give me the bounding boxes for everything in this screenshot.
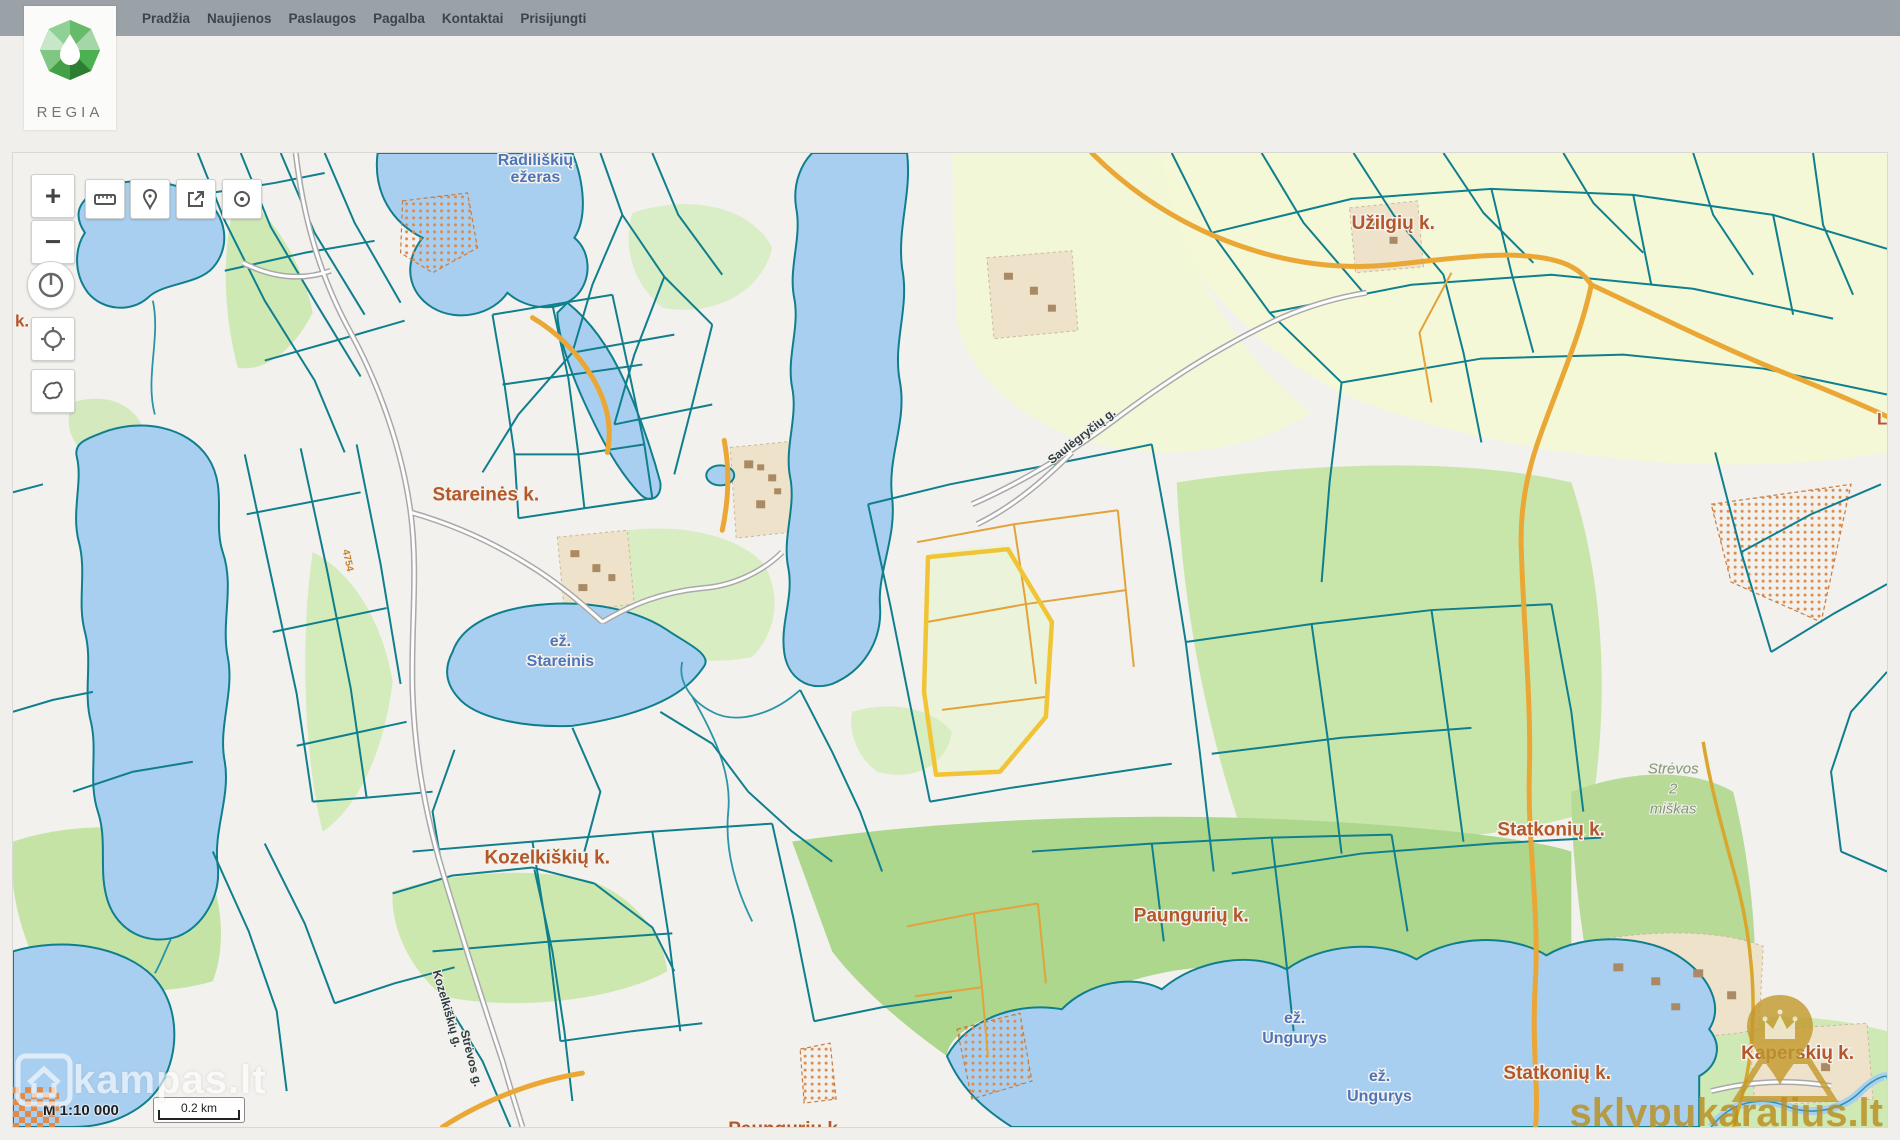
label-village-uzilgiu: Užilgių k. <box>1352 213 1435 234</box>
main-menu: Pradžia Naujienos Paslaugos Pagalba Kont… <box>142 0 586 36</box>
label-edge-left: k. <box>15 312 29 331</box>
label-village-kozelkiskiu: Kozelkiškių k. <box>484 848 610 869</box>
menu-item-kontaktai[interactable]: Kontaktai <box>442 11 504 26</box>
label-village-kaperskiu: Kaperskių k. <box>1741 1043 1854 1064</box>
minus-icon: − <box>45 226 61 258</box>
menu-item-pagalba[interactable]: Pagalba <box>373 11 425 26</box>
menu-item-pradzia[interactable]: Pradžia <box>142 11 190 26</box>
label-lake-ungurys-2-line1: ež. <box>1369 1068 1390 1085</box>
crosshair-icon <box>40 326 66 352</box>
share-tool-button[interactable] <box>176 179 216 219</box>
brand-logo[interactable]: REGIA <box>24 6 116 130</box>
menu-item-naujienos[interactable]: Naujienos <box>207 11 272 26</box>
label-road-number: 4754 <box>340 549 355 573</box>
lithuania-extent-icon <box>40 378 66 404</box>
label-village-statkoniu: Statkonių k. <box>1497 820 1605 841</box>
zoom-in-button[interactable]: + <box>31 174 75 218</box>
label-lake-radiliskiu-line2: ežeras <box>511 169 561 186</box>
label-forest-strevos-line1: Strėvos <box>1648 761 1699 778</box>
history-tool-button[interactable] <box>27 261 75 309</box>
full-extent-tool-button[interactable] <box>31 369 75 413</box>
label-lake-ungurys-1-line2: Ungurys <box>1262 1030 1327 1047</box>
history-clock-icon <box>37 271 65 299</box>
label-lake-radiliskiu-line1: Radiliškių <box>498 153 573 169</box>
menu-item-paslaugos[interactable]: Paslaugos <box>289 11 357 26</box>
label-lake-ungurys-1-line1: ež. <box>1284 1010 1305 1027</box>
label-village-paunguriu: Paungurių k. <box>1134 905 1249 926</box>
geolocate-icon <box>231 188 253 210</box>
geolocate-tool-button[interactable] <box>222 179 262 219</box>
crosshair-tool-button[interactable] <box>31 317 75 361</box>
label-village-stareines: Stareinės k. <box>433 484 540 505</box>
marker-icon <box>139 188 161 210</box>
plus-icon: + <box>45 180 61 212</box>
scale-bar: 0.2 km <box>153 1097 245 1123</box>
label-lake-stareinis-line1: ež. <box>550 633 571 650</box>
marker-tool-button[interactable] <box>130 179 170 219</box>
label-lake-stareinis-line2: Stareinis <box>527 653 595 670</box>
scale-ratio: M 1:10 000 <box>43 1102 119 1119</box>
menu-item-prisijungti[interactable]: Prisijungti <box>520 11 586 26</box>
map-canvas[interactable]: Radiliškių ežeras Stareinės k. ež. Stare… <box>12 152 1888 1128</box>
scale-bar-bracket <box>158 1110 240 1120</box>
label-forest-strevos-line3: miškas <box>1650 801 1697 818</box>
label-lake-ungurys-2-line2: Ungurys <box>1347 1088 1412 1105</box>
regia-logo-icon <box>38 18 102 82</box>
measure-tool-button[interactable] <box>85 179 125 219</box>
top-menu-bar: Pradžia Naujienos Paslaugos Pagalba Kont… <box>0 0 1900 36</box>
label-edge-right: L <box>1877 409 1887 428</box>
zoom-out-button[interactable]: − <box>31 220 75 264</box>
measure-icon <box>93 187 117 211</box>
label-village-paunguriu-2: Paungurių k. <box>728 1119 843 1127</box>
brand-name: REGIA <box>24 104 116 121</box>
share-icon <box>185 188 207 210</box>
map-svg[interactable]: Radiliškių ežeras Stareinės k. ež. Stare… <box>13 153 1887 1127</box>
label-forest-strevos-line2: 2 <box>1668 781 1678 798</box>
label-village-statkoniu-2: Statkonių k. <box>1503 1063 1611 1084</box>
